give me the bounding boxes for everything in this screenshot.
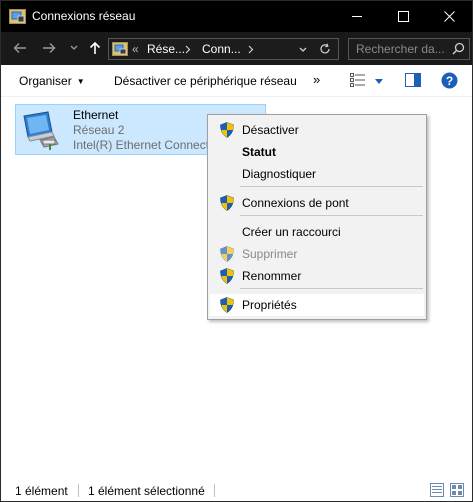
caret-down-icon — [375, 79, 383, 84]
menu-item-properties[interactable]: Propriétés — [210, 294, 424, 316]
status-divider — [214, 484, 215, 497]
menu-separator — [240, 288, 423, 289]
uac-shield-icon — [220, 195, 234, 211]
uac-shield-icon — [220, 297, 234, 313]
back-button[interactable] — [10, 38, 30, 58]
uac-shield-icon — [219, 246, 235, 262]
control-panel-icon — [112, 42, 128, 56]
search-box[interactable] — [348, 38, 470, 60]
menu-item-status[interactable]: Statut — [210, 141, 424, 163]
address-history-dropdown[interactable] — [299, 42, 307, 56]
menu-item-label: Supprimer — [242, 247, 298, 261]
menu-item-label: Créer un raccourci — [242, 225, 341, 239]
menu-item-bridge-connections[interactable]: Connexions de pont — [210, 192, 424, 214]
arrow-up-icon — [89, 41, 101, 54]
details-view-icon — [350, 73, 365, 87]
menu-item-label: Propriétés — [242, 298, 297, 312]
up-button[interactable] — [86, 38, 104, 58]
menu-item-label: Renommer — [242, 269, 302, 283]
maximize-button[interactable] — [380, 1, 426, 32]
menu-item-label: Désactiver — [242, 123, 299, 137]
breadcrumb-separator-icon[interactable] — [185, 42, 191, 57]
menu-item-delete: Supprimer — [210, 243, 424, 265]
uac-shield-icon — [220, 122, 234, 138]
menu-item-rename[interactable]: Renommer — [210, 265, 424, 287]
arrow-right-icon — [43, 43, 56, 53]
refresh-button[interactable] — [319, 42, 331, 58]
status-item-count: 1 élément — [15, 484, 68, 498]
search-input[interactable] — [349, 39, 449, 59]
uac-shield-icon — [220, 268, 234, 284]
details-view-icon — [430, 483, 444, 497]
large-icons-view-toggle[interactable] — [450, 483, 464, 500]
explorer-window: Connexions réseau « Rése... Conn... Rech… — [0, 0, 473, 502]
status-bar: 1 élément 1 élément sélectionné — [1, 480, 472, 501]
preview-pane-icon — [405, 73, 421, 87]
chevron-down-icon — [299, 47, 307, 52]
forward-button[interactable] — [39, 38, 59, 58]
close-icon — [443, 11, 455, 22]
svg-text:?: ? — [446, 74, 453, 88]
menu-item-label: Statut — [242, 145, 276, 159]
details-view-toggle[interactable] — [430, 483, 444, 500]
chevron-down-icon — [70, 45, 78, 50]
menu-item-create-shortcut[interactable]: Créer un raccourci — [210, 221, 424, 243]
breadcrumb-separator-icon[interactable] — [248, 42, 254, 57]
organize-menu-button[interactable]: Organiser ▼ — [19, 74, 85, 88]
close-button[interactable] — [426, 1, 472, 32]
breadcrumb-overflow[interactable]: « — [132, 42, 139, 56]
minimize-button[interactable] — [334, 1, 380, 32]
status-selected-count: 1 élément sélectionné — [88, 484, 205, 498]
help-button[interactable]: ? — [441, 72, 458, 92]
status-divider — [78, 484, 79, 497]
large-icons-view-icon — [450, 483, 464, 497]
context-menu: Désactiver Statut Diagnostiquer Connexions … — [207, 114, 427, 320]
search-icon[interactable] — [452, 42, 465, 55]
recent-locations-button[interactable] — [67, 38, 81, 58]
breadcrumb-item-connections[interactable]: Conn... — [202, 42, 241, 56]
organize-label: Organiser — [19, 74, 72, 88]
address-box[interactable]: « Rése... Conn... — [108, 38, 339, 60]
menu-item-label: Connexions de pont — [242, 196, 349, 210]
view-options-dropdown[interactable] — [375, 74, 383, 88]
menu-item-label: Diagnostiquer — [242, 167, 317, 181]
menu-item-diagnose[interactable]: Diagnostiquer — [210, 163, 424, 185]
title-bar[interactable]: Connexions réseau — [1, 1, 472, 32]
command-bar: Organiser ▼ Désactiver ce périphérique ré… — [1, 65, 472, 97]
connection-network: Réseau 2 — [73, 123, 125, 137]
help-icon: ? — [441, 72, 458, 89]
refresh-icon — [320, 43, 330, 54]
address-bar: « Rése... Conn... — [1, 32, 472, 65]
preview-pane-button[interactable] — [405, 73, 421, 90]
menu-separator — [240, 186, 423, 187]
caret-down-icon: ▼ — [76, 77, 85, 86]
disable-device-button[interactable]: Désactiver ce périphérique réseau — [114, 74, 297, 88]
arrow-left-icon — [13, 43, 26, 53]
more-commands-button[interactable]: » — [313, 72, 320, 87]
breadcrumb-item-network[interactable]: Rése... — [147, 42, 185, 56]
menu-item-disable[interactable]: Désactiver — [210, 119, 424, 141]
network-adapter-icon — [23, 111, 59, 150]
network-connections-icon — [9, 9, 26, 24]
connection-name: Ethernet — [73, 108, 119, 122]
view-options-button[interactable] — [350, 72, 366, 91]
window-title: Connexions réseau — [32, 9, 136, 23]
maximize-icon — [397, 11, 409, 22]
minimize-icon — [351, 16, 362, 17]
menu-separator — [240, 215, 423, 216]
